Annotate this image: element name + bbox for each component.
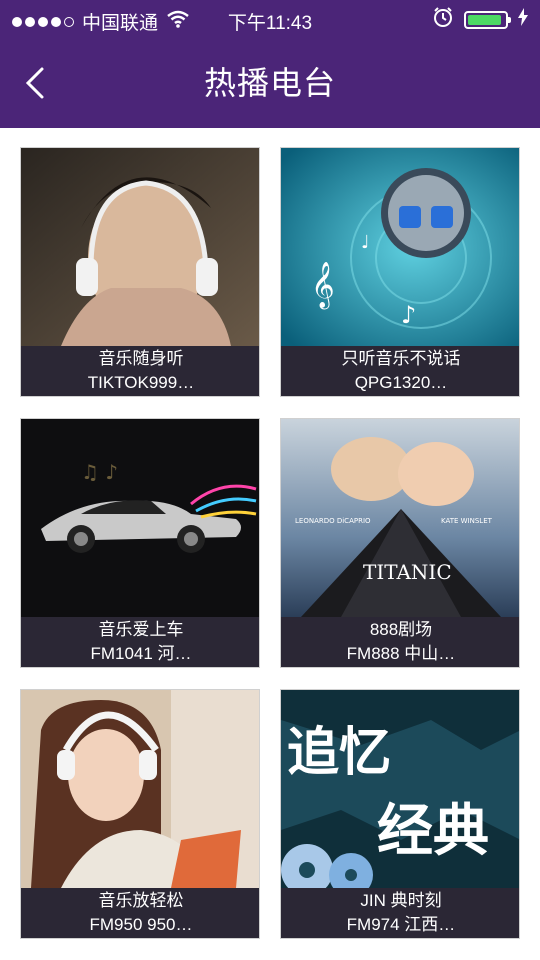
station-caption: 音乐放轻松 FM950 950… — [21, 888, 259, 938]
station-caption: 只听音乐不说话 QPG1320… — [281, 346, 519, 396]
status-bar: 中国联通 下午11:43 — [0, 0, 540, 38]
station-name: 音乐爱上车 — [98, 620, 184, 639]
station-caption: 888剧场 FM888 中山… — [281, 617, 519, 667]
art-slogan-line1: 追忆 — [287, 723, 391, 783]
station-card[interactable]: TITANIC LEONARDO DiCAPRIO KATE WINSLET 8… — [280, 418, 520, 668]
station-cover-image — [21, 148, 259, 346]
actor-left-label: LEONARDO DiCAPRIO — [295, 517, 371, 525]
station-grid: 音乐随身听 TIKTOK999… 𝄞 ♪ ♩ 只听音乐不说话 QPG1320… … — [0, 128, 540, 960]
top-bar: 中国联通 下午11:43 热播电台 — [0, 0, 540, 128]
station-cover-image: ♫ ♪ — [21, 419, 259, 617]
station-card[interactable]: ♫ ♪ 音乐爱上车 FM1041 河… — [20, 418, 260, 668]
station-caption: JIN 典时刻 FM974 江西… — [281, 888, 519, 938]
station-name: 只听音乐不说话 — [341, 349, 461, 368]
station-card[interactable]: 𝄞 ♪ ♩ 只听音乐不说话 QPG1320… — [280, 147, 520, 397]
alarm-clock-icon — [432, 6, 454, 34]
svg-text:♫ ♪: ♫ ♪ — [81, 460, 118, 484]
battery-icon — [464, 11, 511, 29]
station-name: 音乐放轻松 — [98, 891, 184, 910]
station-frequency: FM974 江西… — [346, 915, 456, 934]
station-card[interactable]: 追忆 经典 JIN 典时刻 FM974 江西… — [280, 689, 520, 939]
station-name: 音乐随身听 — [98, 349, 184, 368]
charging-icon — [518, 8, 528, 32]
station-frequency: FM950 950… — [89, 915, 193, 934]
svg-text:𝄞: 𝄞 — [311, 262, 335, 310]
station-frequency: TIKTOK999… — [87, 373, 195, 392]
status-right — [432, 6, 528, 34]
station-caption: 音乐爱上车 FM1041 河… — [21, 617, 259, 667]
nav-bar: 热播电台 — [0, 38, 540, 128]
station-card[interactable]: 音乐随身听 TIKTOK999… — [20, 147, 260, 397]
station-cover-image: TITANIC LEONARDO DiCAPRIO KATE WINSLET — [281, 419, 519, 617]
station-cover-image: 𝄞 ♪ ♩ — [281, 148, 519, 346]
station-name: 888剧场 — [369, 620, 433, 639]
titanic-title: TITANIC — [363, 560, 452, 584]
station-frequency: FM1041 河… — [90, 644, 192, 663]
svg-text:♪: ♪ — [401, 301, 416, 329]
art-slogan-line2: 经典 — [377, 799, 489, 864]
station-frequency: FM888 中山… — [346, 644, 456, 663]
station-frequency: QPG1320… — [354, 373, 448, 392]
station-cover-image — [21, 690, 259, 888]
svg-text:♩: ♩ — [361, 232, 370, 253]
station-name: JIN 典时刻 — [360, 891, 442, 910]
page-title: 热播电台 — [203, 65, 336, 101]
actor-right-label: KATE WINSLET — [441, 517, 493, 525]
station-card[interactable]: 音乐放轻松 FM950 950… — [20, 689, 260, 939]
station-cover-image: 追忆 经典 — [281, 690, 519, 888]
station-caption: 音乐随身听 TIKTOK999… — [21, 346, 259, 396]
